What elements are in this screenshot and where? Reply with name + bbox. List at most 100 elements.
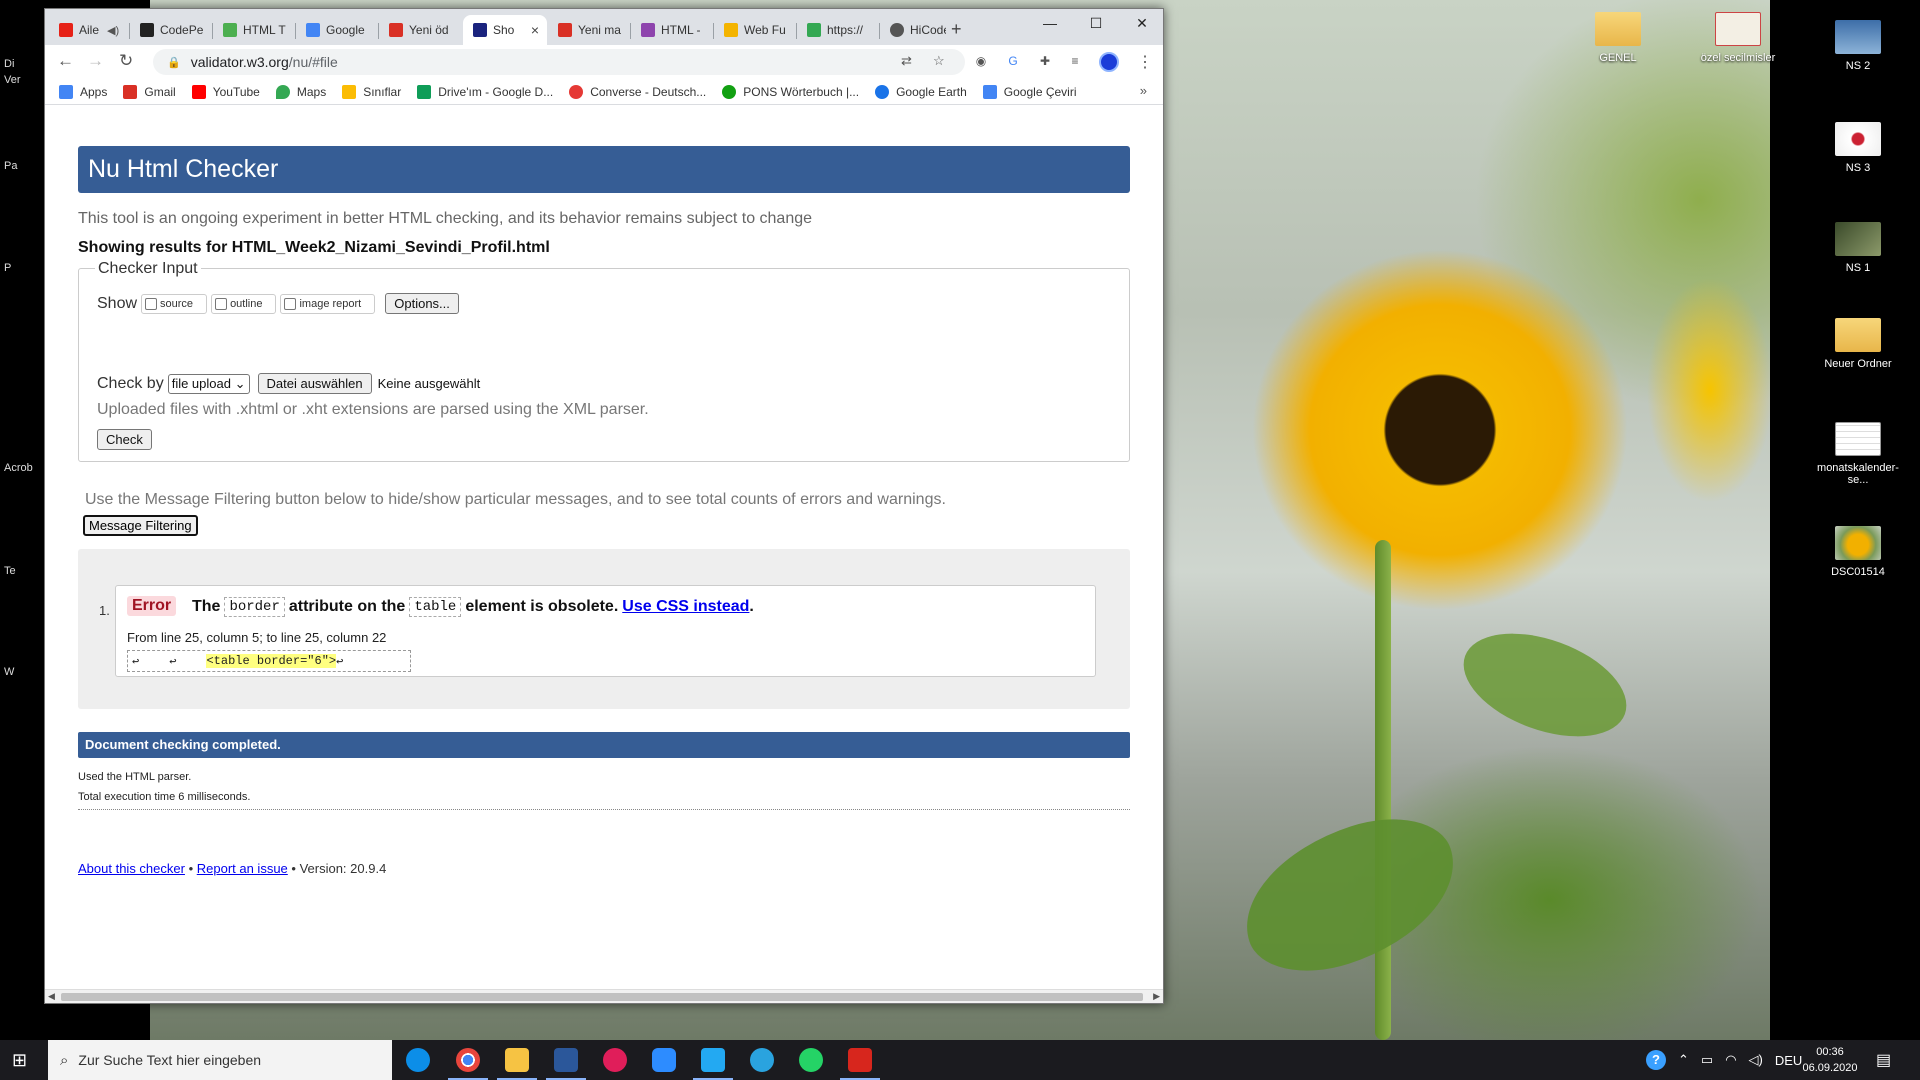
url-text[interactable]: validator.w3.org/nu/#file [191,54,338,70]
acrobat-icon[interactable] [840,1048,880,1080]
slack-icon[interactable] [603,1048,627,1072]
bookmark-star-icon[interactable]: ☆ [933,53,945,69]
wifi-icon[interactable]: ◠ [1725,1052,1736,1068]
file-explorer-icon[interactable] [497,1048,537,1080]
bookmark-google-ceviri[interactable]: Google Çeviri [982,84,1077,99]
bookmark-google-earth[interactable]: Google Earth [875,84,967,99]
scroll-right-icon[interactable]: ▶ [1153,991,1160,1002]
tab[interactable]: Web Fu [714,15,796,45]
spreadsheet-file-icon [1835,422,1881,456]
notification-icon[interactable]: ▤ [1876,1050,1891,1070]
speaker-icon[interactable]: ◀) [107,24,119,37]
report-issue-link[interactable]: Report an issue [197,861,288,876]
tab[interactable]: Yeni öd [379,15,461,45]
vscode-icon[interactable] [693,1048,733,1080]
help-icon[interactable]: ? [1646,1050,1666,1070]
use-css-link[interactable]: Use CSS instead [622,598,749,616]
check-button[interactable]: Check [97,429,152,450]
desktop-icon-neuer-ordner[interactable]: Neuer Ordner [1810,318,1906,370]
tab[interactable]: CodePe [130,15,212,45]
battery-icon[interactable]: ▭ [1701,1052,1713,1068]
forward-button[interactable]: → [87,51,104,71]
telegram-icon[interactable] [750,1048,774,1072]
system-clock[interactable]: 00:36 06.09.2020 [1800,1044,1860,1076]
taskbar-search[interactable]: ⌕ Zur Suche Text hier eingeben [48,1040,392,1080]
edge-icon[interactable] [406,1048,430,1072]
browser-menu-icon[interactable]: ⋮ [1137,52,1153,72]
url-host: validator.w3.org [190,54,289,70]
horizontal-scrollbar[interactable]: ◀ ▶ [45,989,1163,1003]
options-button[interactable]: Options... [385,293,459,314]
google-translate-extension-icon[interactable]: G [1005,53,1021,69]
desktop-icon-ns3[interactable]: NS 3 [1810,122,1906,174]
chrome-icon[interactable] [448,1048,488,1080]
tab[interactable]: https:// [797,15,879,45]
tab[interactable]: Yeni ma [548,15,630,45]
reload-button[interactable]: ↻ [119,51,133,71]
input-language[interactable]: DEU [1775,1053,1802,1068]
google-earth-icon [875,84,890,99]
whatsapp-icon[interactable] [799,1048,823,1072]
bookmark-drive[interactable]: Drive'ım - Google D... [417,84,553,99]
tab-active[interactable]: Sho × [463,15,547,45]
tab-title: HiCode [910,23,946,37]
bookmark-gmail[interactable]: Gmail [123,84,176,99]
lock-icon[interactable]: 🔒 [167,56,181,69]
message-filtering-button[interactable]: Message Filtering [83,515,198,536]
checker-input-fieldset: Checker Input Show source outline image … [78,260,1130,462]
desktop-icon-monatskalender[interactable]: monatskalender-se... [1810,422,1906,486]
maximize-button[interactable]: ☐ [1073,15,1119,37]
tab[interactable]: Google [296,15,378,45]
chevron-up-icon[interactable]: ⌃ [1678,1052,1689,1068]
checkbox-box[interactable] [145,297,158,310]
tab[interactable]: HTML - [631,15,713,45]
bookmark-label: Converse - Deutsch... [590,84,707,99]
bookmark-siniflar[interactable]: Sınıflar [342,84,402,99]
choose-file-button[interactable]: Datei auswählen [257,373,372,394]
youtube-icon [59,23,73,37]
outline-checkbox[interactable]: outline [215,297,262,310]
volume-icon[interactable]: ◁) [1749,1052,1763,1068]
scrollbar-thumb[interactable] [61,993,1143,1001]
tab[interactable]: HTML T [213,15,295,45]
tab-title: Aile [79,23,100,37]
extension-icon[interactable]: ◉ [973,53,989,69]
back-button[interactable]: ← [57,51,74,71]
minimize-button[interactable]: — [1027,15,1073,37]
checkbox-box[interactable] [284,297,297,310]
windows-start-icon[interactable]: ⊞ [12,1050,27,1071]
error-text-part: The [192,598,221,615]
desktop-icon-ns2[interactable]: NS 2 [1810,20,1906,72]
address-bar[interactable]: 🔒 validator.w3.org/nu/#file [153,49,965,75]
new-tab-button[interactable]: + [951,19,962,40]
profile-avatar-icon[interactable] [1099,52,1119,72]
reading-list-icon[interactable]: ≡ [1067,53,1083,69]
image-report-checkbox[interactable]: image report [284,297,361,310]
desktop-icon-genel[interactable]: GENEL [1570,12,1666,64]
close-window-button[interactable]: ✕ [1119,15,1165,37]
bookmark-apps[interactable]: Apps [59,84,107,99]
desktop-icon-ozel-secilmisler[interactable]: özel secilmisler [1690,12,1786,64]
more-bookmarks-icon[interactable]: » [1140,83,1147,98]
translate-page-icon[interactable]: ⇄ [901,53,912,69]
check-by-select[interactable]: file upload ⌄ [167,373,250,394]
tab[interactable]: Aile ◀) [49,15,129,45]
source-checkbox[interactable]: source [145,297,193,310]
bookmark-pons[interactable]: PONS Wörterbuch |... [722,84,859,99]
checkbox-box[interactable] [215,297,228,310]
page-title: Nu Html Checker [78,146,1130,193]
tab[interactable]: HiCode [880,15,946,45]
scroll-left-icon[interactable]: ◀ [48,991,55,1002]
word-icon[interactable] [546,1048,586,1080]
bookmark-label: Sınıflar [363,84,402,99]
codepen-icon [140,23,154,37]
about-checker-link[interactable]: About this checker [78,861,185,876]
bookmark-youtube[interactable]: YouTube [191,84,260,99]
bookmark-converse[interactable]: Converse - Deutsch... [569,84,707,99]
close-tab-icon[interactable]: × [531,22,539,38]
desktop-icon-ns1[interactable]: NS 1 [1810,222,1906,274]
desktop-icon-dsc01514[interactable]: DSC01514 [1810,526,1906,578]
extensions-puzzle-icon[interactable]: ✚ [1037,53,1053,69]
bookmark-maps[interactable]: Maps [275,84,326,99]
zoom-icon[interactable] [652,1048,676,1072]
